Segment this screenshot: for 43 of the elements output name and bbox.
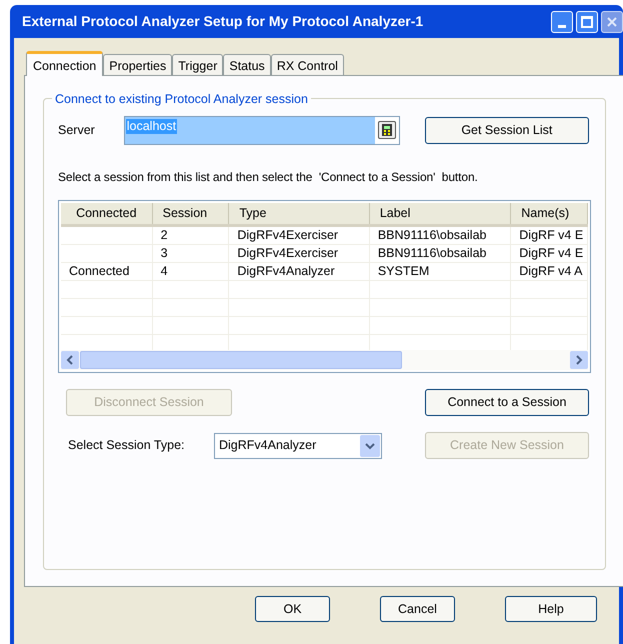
connect-button[interactable]: Connect to a Session [425, 389, 589, 416]
table-cell: DigRFv4Analyzer [237, 264, 335, 278]
tab[interactable]: Status [223, 54, 271, 75]
tab[interactable]: Trigger [172, 54, 224, 75]
dialog-button[interactable]: Help [505, 596, 597, 622]
get-session-list-button[interactable]: Get Session List [424, 116, 589, 144]
table-cell: SYSTEM [378, 264, 430, 278]
horizontal-scrollbar[interactable] [61, 350, 588, 370]
browse-button[interactable] [378, 121, 396, 139]
calculator-icon [382, 124, 392, 136]
close-icon [606, 16, 618, 28]
dialog-button[interactable]: Cancel [380, 596, 455, 622]
table-cell: BBN91116\obsailab [378, 246, 486, 260]
table-cell: Connected [69, 264, 130, 278]
scroll-left-button[interactable] [61, 351, 79, 369]
tab[interactable]: Properties [103, 54, 172, 75]
column-header[interactable]: Name(s) [521, 204, 570, 223]
dialog-button[interactable]: OK [255, 596, 330, 622]
scroll-right-button[interactable] [570, 351, 588, 369]
column-header[interactable]: Session [162, 204, 208, 223]
table-cell: 3 [160, 246, 168, 260]
table-cell: 2 [160, 228, 168, 242]
window-title: External Protocol Analyzer Setup for My Protocol Analyzer-1 [22, 12, 424, 31]
table-cell: 4 [160, 264, 168, 278]
column-header[interactable]: Label [380, 204, 410, 223]
session-type-dropdown[interactable]: DigRFv4Analyzer [214, 432, 382, 458]
table-cell: DigRFv4Exerciser [237, 246, 338, 260]
table-cell: DigRF v4 E [519, 228, 584, 242]
instruction-text: Select a session from this list and then select the 'Connect to a Session' button. [58, 169, 479, 186]
table-cell: DigRF v4 E [519, 246, 584, 260]
table-cell: BBN91116\obsailab [378, 228, 486, 242]
session-type-label: Select Session Type: [68, 437, 186, 454]
close-button[interactable] [601, 10, 623, 32]
table-cell: DigRF v4 A [519, 264, 582, 278]
tab[interactable]: RX Control [270, 54, 344, 75]
minimize-button[interactable] [551, 10, 573, 32]
column-header[interactable]: Connected [76, 204, 137, 223]
tab[interactable]: Connection [26, 51, 104, 76]
maximize-button[interactable] [576, 10, 598, 32]
scroll-thumb[interactable] [80, 351, 402, 369]
column-header[interactable]: Type [239, 204, 266, 223]
server-label: Server [58, 122, 96, 139]
table-cell: DigRFv4Exerciser [237, 228, 338, 242]
